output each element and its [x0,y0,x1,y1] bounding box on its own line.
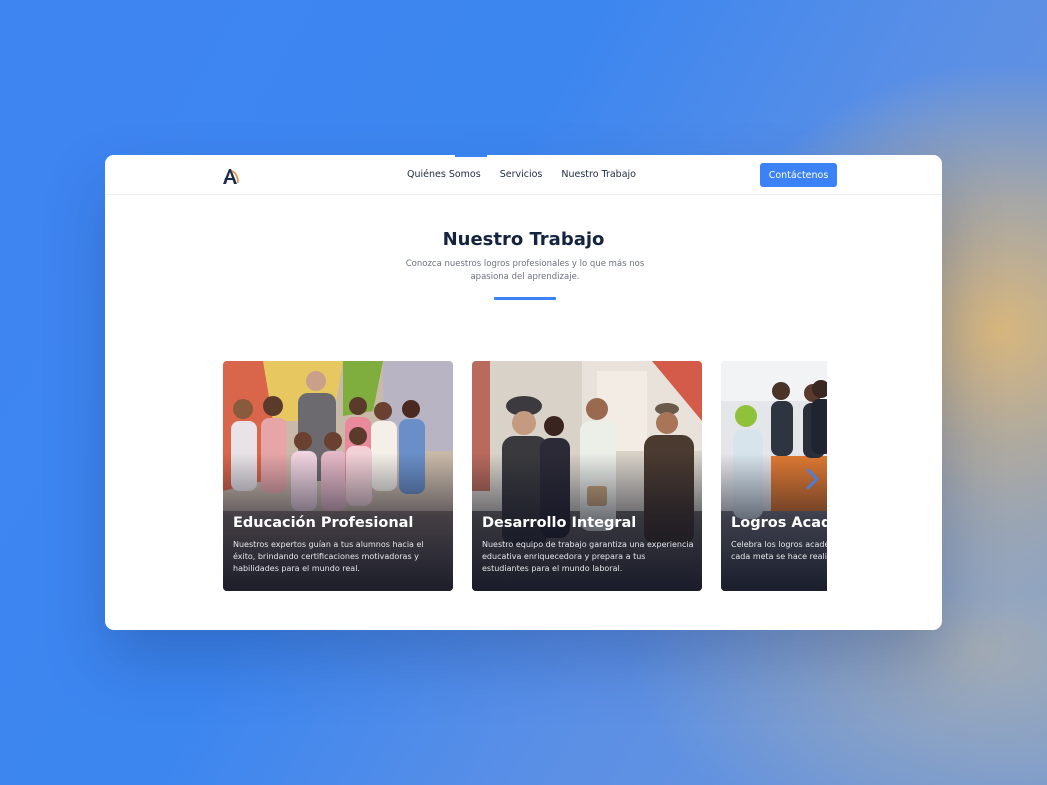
section-title: Nuestro Trabajo [442,229,605,250]
top-navbar: Quiénes Somos Servicios Nuestro Trabajo … [105,155,942,195]
card-description: Nuestro equipo de trabajo garantiza una … [482,540,694,573]
card-title: Logros Académicos [731,515,827,531]
brand-logo-icon[interactable] [221,166,241,186]
work-card[interactable]: Educación Profesional Nuestros expertos … [223,361,453,591]
nav-active-indicator [455,155,487,157]
card-description: Celebra los logros académicos y sé testi… [731,540,827,561]
card-title: Desarrollo Integral [482,515,637,531]
contact-button[interactable]: Contáctenos [760,163,837,187]
chevron-right-icon[interactable] [802,466,822,492]
work-carousel[interactable]: Educación Profesional Nuestros expertos … [223,361,827,591]
card-description: Nuestros expertos guían a tus alumnos ha… [233,540,424,573]
browser-window: Quiénes Somos Servicios Nuestro Trabajo … [105,155,942,630]
title-underline [494,297,556,300]
nav-link-nuestro-trabajo[interactable]: Nuestro Trabajo [561,169,636,180]
section-subtitle: Conozca nuestros logros profesionales y … [405,259,645,282]
nav-link-quienes-somos[interactable]: Quiénes Somos [407,169,481,180]
card-title: Educación Profesional [233,515,414,531]
work-card[interactable]: Desarrollo Integral Nuestro equipo de tr… [472,361,702,591]
nav-link-servicios[interactable]: Servicios [500,169,543,180]
nav-links: Quiénes Somos Servicios Nuestro Trabajo [407,169,636,180]
